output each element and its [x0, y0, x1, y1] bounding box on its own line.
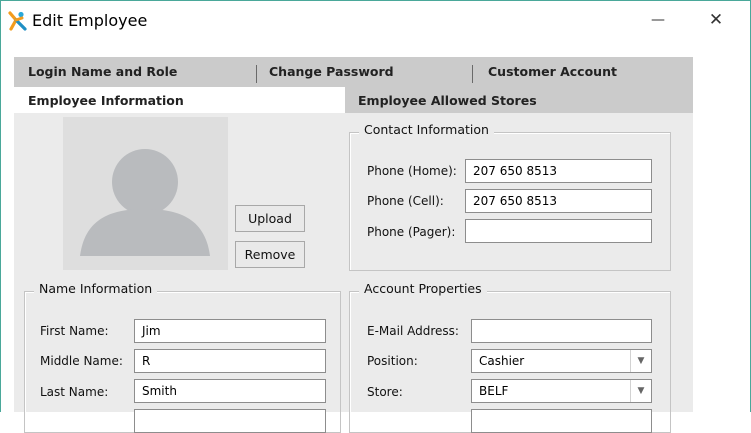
tab-separator	[472, 65, 473, 83]
window-title: Edit Employee	[32, 11, 148, 30]
person-placeholder-icon	[80, 149, 210, 256]
close-icon: ✕	[708, 10, 724, 30]
minimize-button[interactable]: —	[635, 1, 681, 39]
account-properties-title: Account Properties	[359, 281, 487, 296]
email-address-field[interactable]	[471, 319, 652, 343]
employee-app-icon	[8, 11, 27, 31]
store-label: Store:	[367, 385, 403, 399]
remove-button[interactable]: Remove	[235, 241, 305, 268]
upload-button[interactable]: Upload	[235, 205, 305, 232]
position-select[interactable]: Cashier ▼	[471, 349, 652, 373]
name-information-title: Name Information	[34, 281, 158, 296]
edit-employee-window: Edit Employee — ✕ Login Name and Role Ch…	[0, 0, 751, 433]
store-select[interactable]: BELF ▼	[471, 379, 652, 403]
account-extra-field[interactable]	[471, 409, 652, 433]
employee-photo	[63, 117, 228, 270]
first-name-label: First Name:	[40, 324, 109, 338]
phone-pager-field[interactable]	[465, 219, 652, 243]
email-address-label: E-Mail Address:	[367, 324, 459, 338]
last-name-label: Last Name:	[40, 385, 109, 399]
first-name-field[interactable]: Jim	[134, 319, 326, 343]
middle-name-label: Middle Name:	[40, 354, 123, 368]
phone-pager-label: Phone (Pager):	[367, 225, 456, 239]
contact-information-title: Contact Information	[359, 122, 494, 137]
last-name-field[interactable]: Smith	[134, 379, 326, 403]
tab-employee-allowed-stores[interactable]: Employee Allowed Stores	[358, 93, 537, 108]
position-value: Cashier	[479, 354, 525, 368]
tab-separator	[256, 65, 257, 83]
phone-cell-field[interactable]: 207 650 8513	[465, 189, 652, 213]
chevron-down-icon[interactable]: ▼	[630, 380, 651, 402]
employee-information-panel: Upload Remove Contact Information Phone …	[14, 113, 693, 433]
tab-login-name-and-role[interactable]: Login Name and Role	[28, 64, 177, 79]
phone-cell-label: Phone (Cell):	[367, 194, 444, 208]
tab-strip-row-1: Login Name and Role Change Password Cust…	[14, 57, 693, 87]
close-button[interactable]: ✕	[693, 1, 739, 39]
middle-name-field[interactable]: R	[134, 349, 326, 373]
tab-change-password[interactable]: Change Password	[269, 64, 394, 79]
phone-home-field[interactable]: 207 650 8513	[465, 159, 652, 183]
position-label: Position:	[367, 354, 418, 368]
tab-employee-information[interactable]: Employee Information	[14, 87, 345, 113]
chevron-down-icon[interactable]: ▼	[630, 350, 651, 372]
name-extra-field[interactable]	[134, 409, 326, 433]
tab-customer-account[interactable]: Customer Account	[488, 64, 617, 79]
store-value: BELF	[479, 384, 509, 398]
phone-home-label: Phone (Home):	[367, 164, 457, 178]
tab-employee-information-label: Employee Information	[28, 93, 184, 108]
title-bar[interactable]: Edit Employee — ✕	[1, 1, 750, 43]
minimize-icon: —	[651, 12, 665, 28]
